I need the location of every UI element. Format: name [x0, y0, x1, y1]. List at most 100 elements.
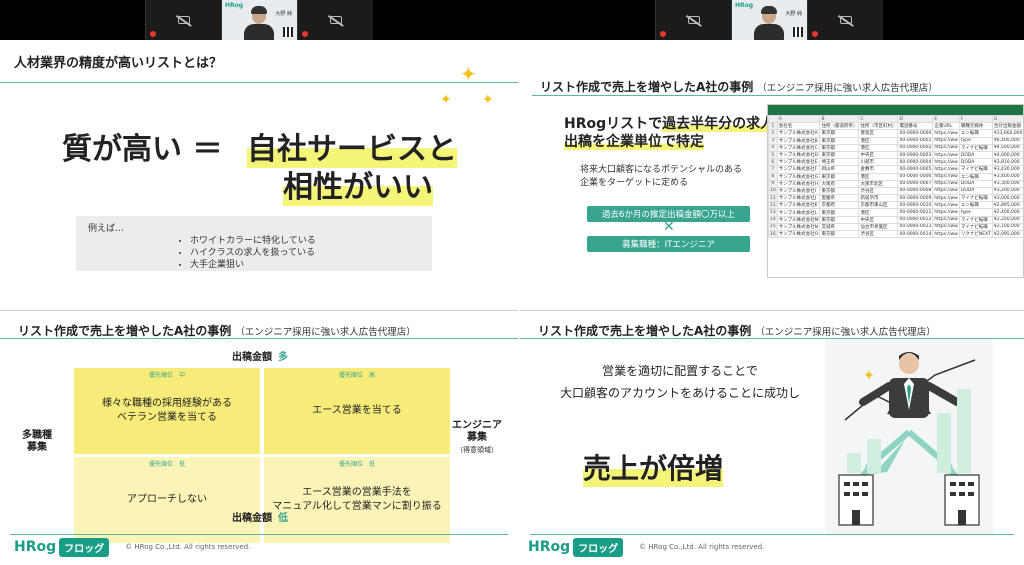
example-list: ホワイトカラーに特化している ハイクラスの求人を扱っている 大手企業狙い	[190, 235, 420, 271]
table-cell: DODA	[958, 158, 993, 167]
spreadsheet-table: ABCDEFGH1会社名住所（都道府県）住所（市区町村）電話番号企業URL職種元…	[768, 114, 1023, 239]
table-cell: 豊島区	[858, 129, 899, 138]
video-tile-speaker[interactable]: HRog 大野 純	[731, 0, 807, 40]
table-cell: https://ww	[932, 136, 960, 145]
speaker-avatar	[754, 6, 784, 40]
matrix-cell-top-left: 優先順位 中 様々な職種の採用経験がある ベテラン営業を当てる	[74, 368, 260, 454]
row-number: 1	[768, 122, 778, 131]
table-cell: サンプル株式会社H	[776, 179, 821, 188]
table-cell: ¥4,000,000	[991, 150, 1023, 160]
table-cell: DODA	[958, 150, 993, 160]
slide-1[interactable]: 人材業界の精度が高いリストとは？ ✦ ✦ ✦ 質が高い ＝ 自社サービスと 相性…	[0, 40, 518, 283]
video-group-right: HRog 大野 純	[655, 0, 883, 40]
table-cell: 東京都	[819, 229, 860, 239]
table-cell: サンプル株式会社E	[776, 158, 821, 167]
table-cell: 川越市	[858, 158, 899, 167]
table-cell: DODA	[958, 186, 993, 196]
table-row: 7 サンプル株式会社F 岡山県 倉敷市 00-0000-0005 https://ww マイ…	[768, 165, 1023, 174]
video-logo: HRog	[735, 2, 754, 9]
slide-title: リスト作成で売上を増やしたA社の事例 （エンジニア採用に強い求人広告代理店）	[538, 324, 936, 338]
table-cell: DODA	[958, 179, 993, 188]
table-cell: 企業URL	[932, 122, 960, 131]
video-tile-camera-off[interactable]	[297, 0, 373, 40]
table-cell: サンプル株式会社G	[776, 172, 821, 181]
video-tile-camera-off[interactable]	[807, 0, 883, 40]
video-tile-speaker[interactable]: HRog 大野 純	[221, 0, 297, 40]
table-cell: サンプル株式会社O	[776, 229, 821, 239]
table-cell: 00-0000-0004	[897, 158, 934, 167]
cell-text: エース営業の営業手法を マニュアル化して営業マンに割り振る	[272, 487, 442, 512]
row-number: 14	[768, 215, 778, 224]
table-cell: ¥2,250,000	[991, 215, 1023, 224]
table-cell: サンプル株式会社F	[776, 165, 821, 174]
divider	[532, 95, 1024, 96]
table-row: 9 サンプル株式会社H 大阪府 大阪市北区 00-0000-0007 https://ww…	[768, 179, 1023, 188]
table-cell: D	[897, 114, 934, 124]
table-cell: 00-0000-0001	[897, 136, 934, 145]
footer-left: HRog フロッグ © HRog Co.,Ltd. All rights res…	[14, 535, 250, 559]
table-cell: マイナビ転職	[958, 194, 993, 203]
row-number: 15	[768, 222, 778, 232]
mic-muted-icon	[812, 31, 818, 37]
table-cell: 00-0000-0009	[897, 194, 934, 203]
matrix-cell-bottom-left: 優先順位 低 アプローチしない	[74, 457, 260, 543]
table-cell: 00-0000-0012	[897, 215, 934, 224]
table-cell: ¥2,400,000	[991, 208, 1023, 217]
table-cell: 渋谷区	[858, 186, 899, 196]
table-cell: 港区	[858, 208, 899, 217]
table-cell: 大阪市北区	[858, 179, 899, 188]
example-label: 例えば…	[88, 224, 125, 234]
axis-top-label: 出稿金額多	[232, 352, 288, 363]
table-cell: エン転職	[958, 172, 993, 181]
priority-label: 優先順位 低	[148, 461, 185, 468]
table-cell: E	[932, 114, 960, 124]
matrix-cell-bottom-right: 優先順位 低 エース営業の営業手法を マニュアル化して営業マンに割り振る	[264, 457, 450, 543]
table-row: 16 サンプル株式会社O 東京都 渋谷区 00-0000-0014 https://ww リ…	[768, 229, 1023, 239]
divider	[520, 338, 1024, 339]
table-cell: ¥3,000,000	[991, 194, 1023, 203]
table-cell: https://ww	[932, 201, 960, 210]
brand-logo: HRog	[14, 539, 57, 555]
slide-3[interactable]: リスト作成で売上を増やしたA社の事例 （エンジニア採用に強い求人広告代理店） 出稿…	[0, 310, 518, 565]
video-tile-camera-off[interactable]	[145, 0, 221, 40]
table-row: 13 サンプル株式会社L 東京都 港区 00-0000-0011 https://ww ty…	[768, 208, 1023, 217]
mic-muted-icon	[660, 31, 666, 37]
table-cell: ¥3,200,000	[991, 186, 1023, 196]
video-tile-camera-off[interactable]	[655, 0, 731, 40]
slide-4[interactable]: リスト作成で売上を増やしたA社の事例 （エンジニア採用に強い求人広告代理店） 営業…	[520, 310, 1024, 565]
sparkle-icon: ✦	[460, 62, 477, 86]
name-badge: 大野 純	[275, 11, 292, 17]
table-cell: 00-0000-0013	[897, 222, 934, 232]
table-cell: ¥13,660,000	[991, 129, 1023, 138]
table-cell: 00-0000-0008	[897, 186, 934, 196]
table-cell: 宮城県	[819, 222, 860, 232]
headline-left: 質が高い ＝	[62, 132, 223, 167]
example-box: 例えば… ホワイトカラーに特化している ハイクラスの求人を扱っている 大手企業狙…	[76, 216, 432, 271]
table-cell: マイナビ転職	[958, 215, 993, 224]
mic-muted-icon	[302, 31, 308, 37]
divider	[0, 310, 518, 311]
table-cell: 住所（都道府県）	[819, 122, 860, 131]
row-number: 16	[768, 229, 778, 239]
table-cell: 埼玉県	[819, 158, 860, 167]
table-cell: 新居浜市	[858, 194, 899, 203]
table-cell: 会社名	[776, 122, 821, 131]
list-item: 大手企業狙い	[190, 259, 420, 271]
slide-2[interactable]: リスト作成で売上を増やしたA社の事例 （エンジニア採用に強い求人広告代理店） HR…	[520, 40, 1024, 283]
table-cell: 京都市東山区	[858, 201, 899, 210]
lead-text: HRogリストで過去半年分の求人 出稿を企業単位で特定	[564, 116, 775, 150]
table-cell: マイナビ転職	[958, 165, 993, 174]
filter-chip-job: 募集職種：ITエンジニア	[587, 236, 750, 252]
table-row: ABCDEFGH	[768, 114, 1023, 124]
table-cell: 港区	[858, 136, 899, 145]
table-cell: サンプル株式会社B	[776, 136, 821, 145]
row-number: 11	[768, 194, 778, 203]
table-cell: マイナビ転職	[958, 222, 993, 232]
table-cell: C	[858, 114, 899, 124]
table-cell: https://ww	[932, 179, 960, 188]
row-number: 10	[768, 186, 778, 196]
table-cell: 東京都	[819, 172, 860, 181]
table-row: 8 サンプル株式会社G 東京都 港区 00-0000-0006 https://ww エン転…	[768, 172, 1023, 181]
table-cell: 東京都	[819, 129, 860, 138]
svg-text:✦: ✦	[863, 368, 875, 384]
